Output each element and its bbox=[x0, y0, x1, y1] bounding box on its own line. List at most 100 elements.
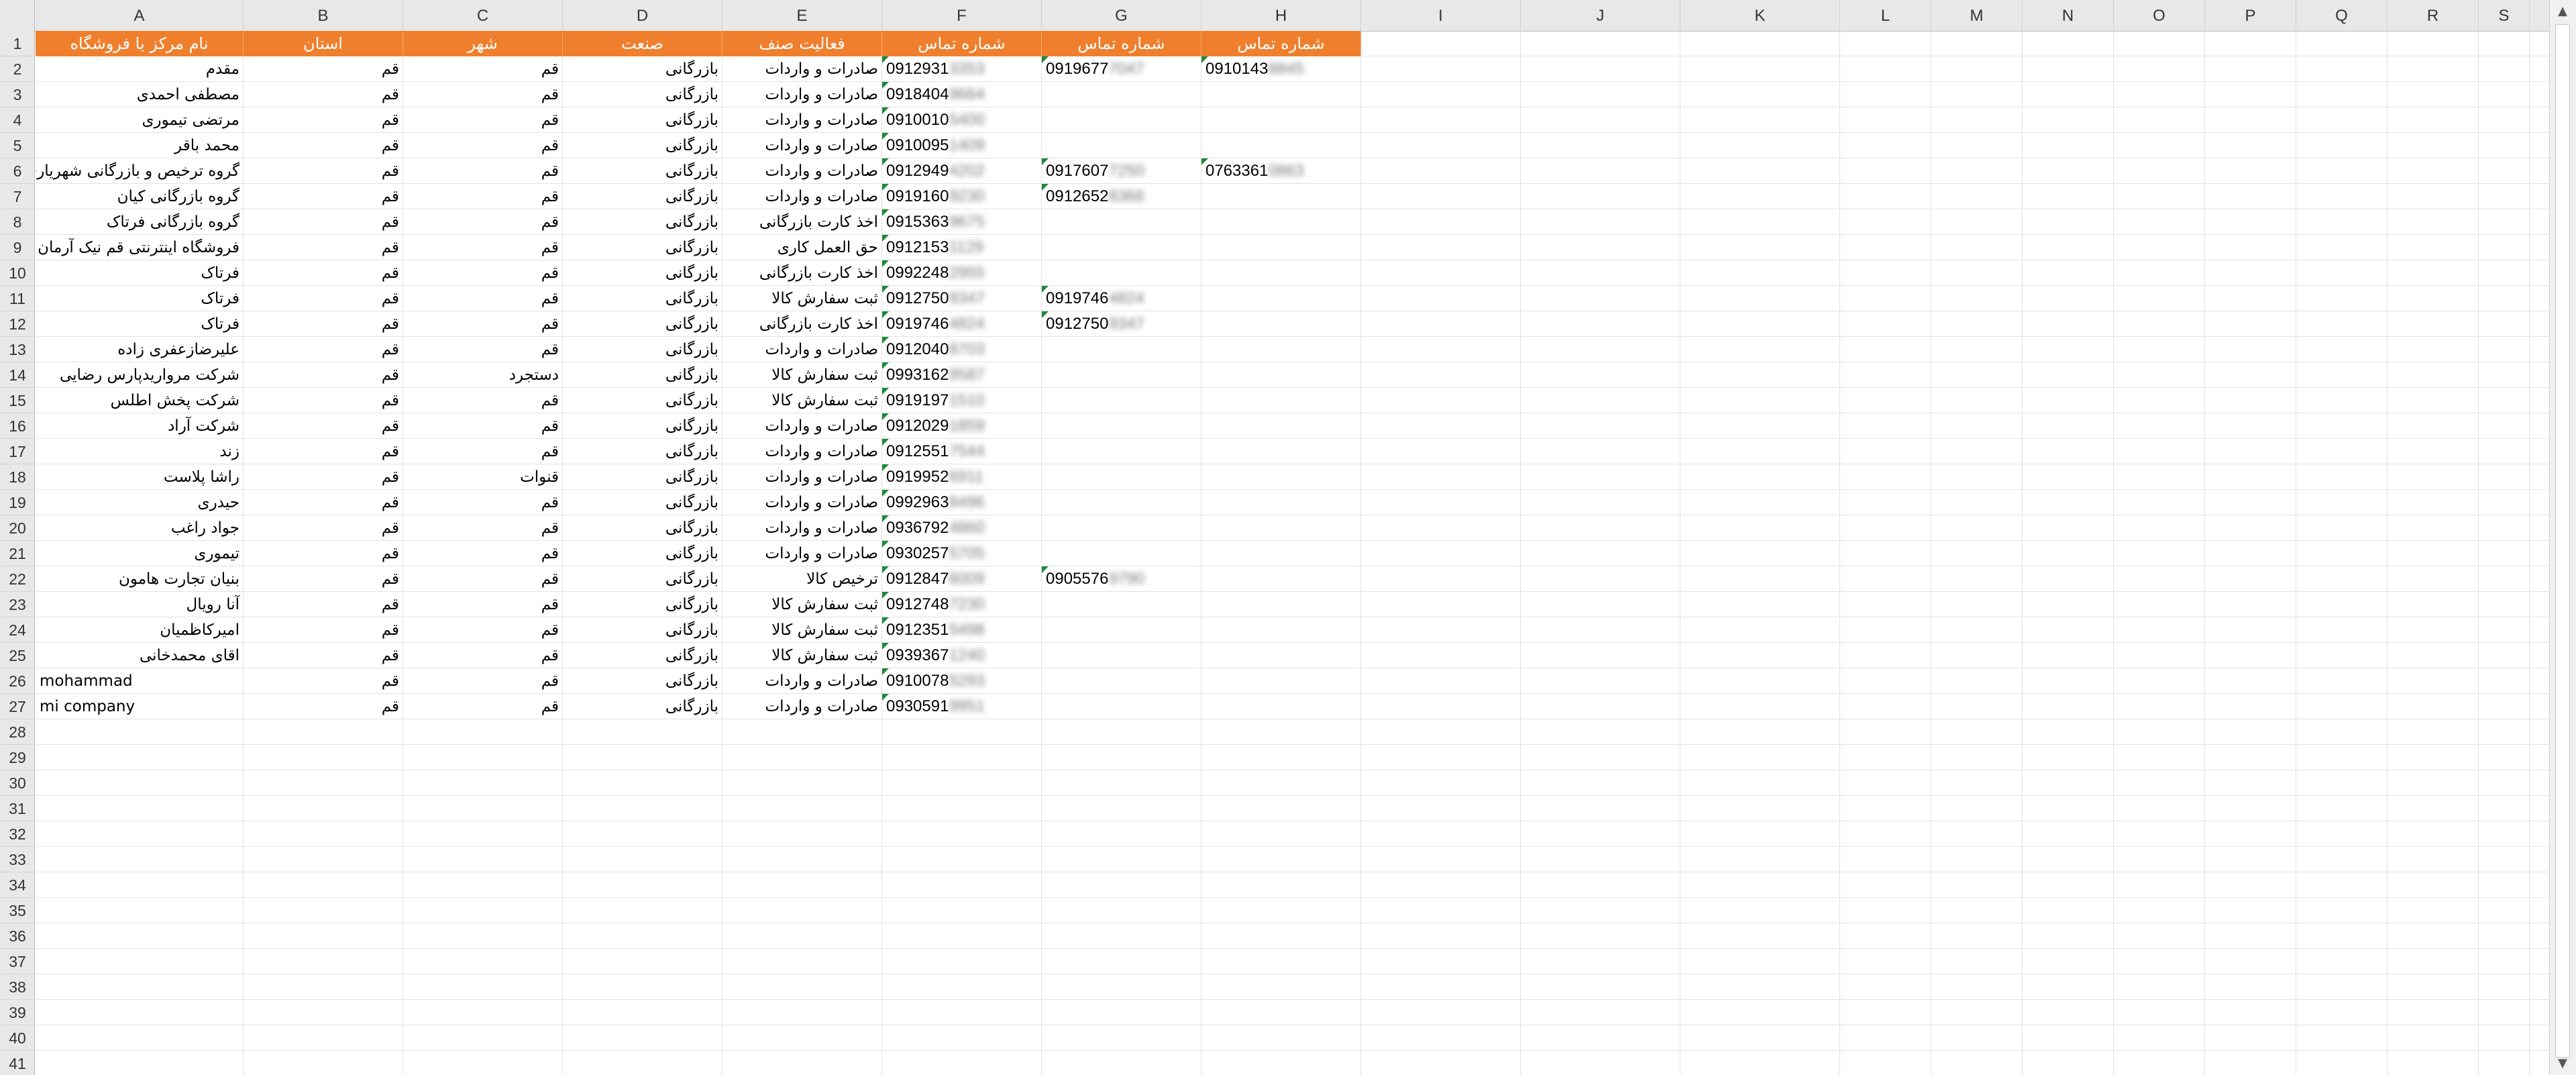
phone-cell[interactable]: 07633610863 bbox=[1201, 158, 1361, 184]
row-header-28[interactable]: 28 bbox=[0, 719, 35, 745]
number-stored-as-text-flag-icon[interactable] bbox=[882, 235, 889, 242]
number-stored-as-text-flag-icon[interactable] bbox=[1042, 286, 1049, 293]
store-name-cell[interactable]: گروه بازرگانی فرتاک bbox=[36, 209, 244, 235]
column-header-q[interactable]: Q bbox=[2296, 0, 2387, 31]
store-name-cell[interactable]: تیموری bbox=[36, 541, 244, 566]
activity-cell[interactable]: ترخیص کالا bbox=[722, 566, 882, 592]
number-stored-as-text-flag-icon[interactable] bbox=[882, 464, 889, 471]
activity-cell[interactable]: ثبت سفارش کالا bbox=[722, 388, 882, 413]
phone-cell[interactable]: 09055769790 bbox=[1042, 566, 1201, 592]
number-stored-as-text-flag-icon[interactable] bbox=[882, 643, 889, 650]
store-name-cell[interactable]: فرتاک bbox=[36, 286, 244, 311]
scroll-down-icon[interactable]: ▼ bbox=[2553, 1055, 2573, 1072]
industry-cell[interactable]: بازرگانی bbox=[563, 439, 722, 464]
province-cell[interactable]: قم bbox=[244, 337, 403, 362]
city-cell[interactable]: قم bbox=[403, 184, 563, 209]
store-name-cell[interactable]: زند bbox=[36, 439, 244, 464]
phone-cell[interactable]: 09129313353 bbox=[882, 56, 1042, 82]
activity-cell[interactable]: اخذ کارت بازرگانی bbox=[722, 209, 882, 235]
phone-cell[interactable]: 09120408703 bbox=[882, 337, 1042, 362]
number-stored-as-text-flag-icon[interactable] bbox=[1042, 184, 1049, 191]
activity-cell[interactable]: صادرات و واردات bbox=[722, 694, 882, 719]
phone-cell[interactable]: 09100785293 bbox=[882, 668, 1042, 694]
select-all-corner[interactable] bbox=[0, 0, 35, 31]
city-cell[interactable]: قم bbox=[403, 541, 563, 566]
city-cell[interactable]: قم bbox=[403, 133, 563, 158]
industry-cell[interactable]: بازرگانی bbox=[563, 694, 722, 719]
number-stored-as-text-flag-icon[interactable] bbox=[1201, 56, 1208, 63]
row-header-11[interactable]: 11 bbox=[0, 286, 35, 311]
phone-cell[interactable]: 09153639675 bbox=[882, 209, 1042, 235]
column-header-h[interactable]: H bbox=[1201, 0, 1361, 31]
row-header-16[interactable]: 16 bbox=[0, 413, 35, 439]
store-name-cell[interactable]: امیرکاظمیان bbox=[36, 617, 244, 643]
phone-cell[interactable]: 09127509347 bbox=[1042, 311, 1201, 337]
province-cell[interactable]: قم bbox=[244, 286, 403, 311]
number-stored-as-text-flag-icon[interactable] bbox=[882, 286, 889, 293]
number-stored-as-text-flag-icon[interactable] bbox=[882, 260, 889, 267]
number-stored-as-text-flag-icon[interactable] bbox=[882, 617, 889, 624]
number-stored-as-text-flag-icon[interactable] bbox=[882, 413, 889, 420]
industry-cell[interactable]: بازرگانی bbox=[563, 464, 722, 490]
city-cell[interactable]: قم bbox=[403, 107, 563, 133]
column-header-k[interactable]: K bbox=[1680, 0, 1840, 31]
row-header-14[interactable]: 14 bbox=[0, 362, 35, 388]
header-cell[interactable]: شهر bbox=[403, 31, 563, 56]
number-stored-as-text-flag-icon[interactable] bbox=[1042, 566, 1049, 573]
store-name-cell[interactable]: فرتاک bbox=[36, 260, 244, 286]
activity-cell[interactable]: صادرات و واردات bbox=[722, 464, 882, 490]
header-cell[interactable]: فعالیت صنف bbox=[722, 31, 882, 56]
row-header-2[interactable]: 2 bbox=[0, 56, 35, 82]
store-name-cell[interactable]: گروه ترخیص و بازرگانی شهریاری bbox=[36, 158, 244, 184]
province-cell[interactable]: قم bbox=[244, 464, 403, 490]
city-cell[interactable]: قم bbox=[403, 490, 563, 515]
phone-cell[interactable]: 09127487230 bbox=[882, 592, 1042, 617]
column-header-f[interactable]: F bbox=[882, 0, 1042, 31]
phone-cell[interactable]: 09125517544 bbox=[882, 439, 1042, 464]
number-stored-as-text-flag-icon[interactable] bbox=[882, 388, 889, 395]
row-header-1[interactable]: 1 bbox=[0, 31, 35, 56]
province-cell[interactable]: قم bbox=[244, 235, 403, 260]
province-cell[interactable]: قم bbox=[244, 592, 403, 617]
scroll-up-icon[interactable]: ▲ bbox=[2553, 3, 2573, 20]
industry-cell[interactable]: بازرگانی bbox=[563, 311, 722, 337]
province-cell[interactable]: قم bbox=[244, 541, 403, 566]
city-cell[interactable]: قم bbox=[403, 158, 563, 184]
province-cell[interactable]: قم bbox=[244, 184, 403, 209]
number-stored-as-text-flag-icon[interactable] bbox=[882, 515, 889, 522]
phone-cell[interactable]: 09197464824 bbox=[882, 311, 1042, 337]
store-name-cell[interactable]: مصطفی احمدی bbox=[36, 82, 244, 107]
row-header-31[interactable]: 31 bbox=[0, 796, 35, 821]
row-header-5[interactable]: 5 bbox=[0, 133, 35, 158]
phone-cell[interactable]: 09121531129 bbox=[882, 235, 1042, 260]
city-cell[interactable]: قم bbox=[403, 286, 563, 311]
column-header-g[interactable]: G bbox=[1042, 0, 1201, 31]
city-cell[interactable]: قم bbox=[403, 235, 563, 260]
row-header-25[interactable]: 25 bbox=[0, 643, 35, 668]
phone-cell[interactable]: 09922482955 bbox=[882, 260, 1042, 286]
city-cell[interactable]: قم bbox=[403, 209, 563, 235]
province-cell[interactable]: قم bbox=[244, 439, 403, 464]
activity-cell[interactable]: صادرات و واردات bbox=[722, 184, 882, 209]
number-stored-as-text-flag-icon[interactable] bbox=[882, 56, 889, 63]
store-name-cell[interactable]: اقای محمدخانی bbox=[36, 643, 244, 668]
province-cell[interactable]: قم bbox=[244, 260, 403, 286]
number-stored-as-text-flag-icon[interactable] bbox=[882, 107, 889, 114]
vertical-scrollbar[interactable]: ▲ ▼ bbox=[2549, 0, 2576, 1075]
activity-cell[interactable]: صادرات و واردات bbox=[722, 668, 882, 694]
store-name-cell[interactable]: آنا رویال bbox=[36, 592, 244, 617]
phone-cell[interactable]: 09120291859 bbox=[882, 413, 1042, 439]
industry-cell[interactable]: بازرگانی bbox=[563, 362, 722, 388]
row-header-22[interactable]: 22 bbox=[0, 566, 35, 592]
activity-cell[interactable]: صادرات و واردات bbox=[722, 82, 882, 107]
column-header-m[interactable]: M bbox=[1931, 0, 2023, 31]
row-header-39[interactable]: 39 bbox=[0, 1000, 35, 1025]
row-header-38[interactable]: 38 bbox=[0, 974, 35, 1000]
column-header-i[interactable]: I bbox=[1361, 0, 1521, 31]
province-cell[interactable]: قم bbox=[244, 566, 403, 592]
industry-cell[interactable]: بازرگانی bbox=[563, 184, 722, 209]
province-cell[interactable]: قم bbox=[244, 694, 403, 719]
phone-cell[interactable]: 09191609230 bbox=[882, 184, 1042, 209]
city-cell[interactable]: قم bbox=[403, 388, 563, 413]
row-header-37[interactable]: 37 bbox=[0, 949, 35, 974]
